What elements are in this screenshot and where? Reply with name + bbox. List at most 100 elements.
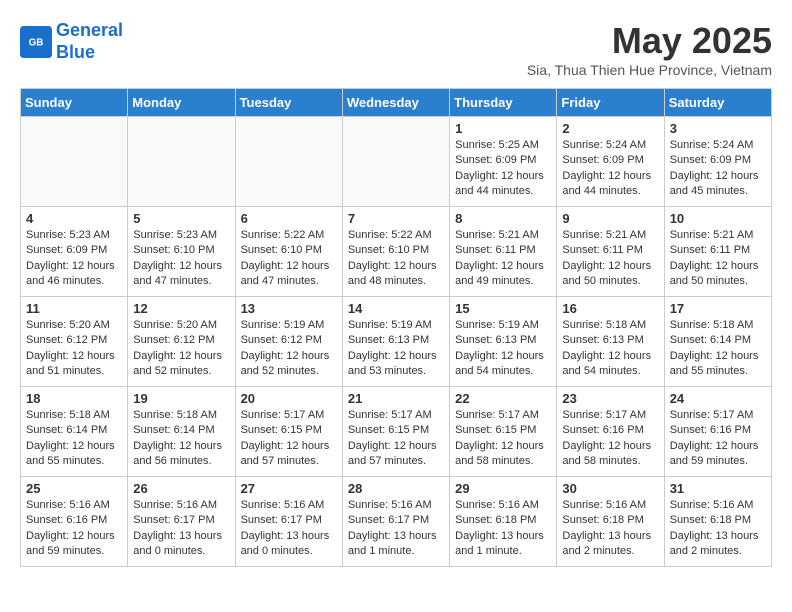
day-number: 26 — [133, 481, 229, 496]
day-info: Sunrise: 5:21 AM Sunset: 6:11 PM Dayligh… — [670, 228, 766, 290]
day-info: Sunrise: 5:16 AM Sunset: 6:17 PM Dayligh… — [348, 498, 444, 560]
calendar-cell: 23 Sunrise: 5:17 AM Sunset: 6:16 PM Dayli… — [557, 387, 664, 477]
day-info: Sunrise: 5:24 AM Sunset: 6:09 PM Dayligh… — [562, 138, 658, 200]
calendar-cell: 22 Sunrise: 5:17 AM Sunset: 6:15 PM Dayli… — [450, 387, 557, 477]
calendar-cell: 6Sunrise: 5:22 AM Sunset: 6:10 PM Daylig… — [235, 207, 342, 297]
calendar-cell: 12Sunrise: 5:20 AM Sunset: 6:12 PM Dayli… — [128, 297, 235, 387]
calendar-cell: 1 Sunrise: 5:25 AM Sunset: 6:09 PM Daylig… — [450, 117, 557, 207]
day-info: Sunrise: 5:17 AM Sunset: 6:16 PM Dayligh… — [670, 408, 766, 470]
calendar-cell: 21 Sunrise: 5:17 AM Sunset: 6:15 PM Dayli… — [342, 387, 449, 477]
calendar-cell: 11 Sunrise: 5:20 AM Sunset: 6:12 PM Dayli… — [21, 297, 128, 387]
day-info: Sunrise: 5:17 AM Sunset: 6:15 PM Dayligh… — [241, 408, 337, 470]
day-number: 29 — [455, 481, 551, 496]
day-info: Sunrise: 5:18 AM Sunset: 6:14 PM Dayligh… — [26, 408, 122, 470]
weekday-header-monday: Monday — [128, 89, 235, 117]
calendar-cell: 10 Sunrise: 5:21 AM Sunset: 6:11 PM Dayli… — [664, 207, 771, 297]
day-info: Sunrise: 5:25 AM Sunset: 6:09 PM Dayligh… — [455, 138, 551, 200]
day-info: Sunrise: 5:23 AM Sunset: 6:10 PM Dayligh… — [133, 228, 229, 290]
calendar-cell: 30 Sunrise: 5:16 AM Sunset: 6:18 PM Dayli… — [557, 477, 664, 567]
day-info: Sunrise: 5:23 AM Sunset: 6:09 PM Dayligh… — [26, 228, 122, 290]
calendar-table: SundayMondayTuesdayWednesdayThursdayFrid… — [20, 88, 772, 567]
day-number: 4 — [26, 211, 122, 226]
calendar-cell: 20 Sunrise: 5:17 AM Sunset: 6:15 PM Dayli… — [235, 387, 342, 477]
day-number: 13 — [241, 301, 337, 316]
calendar-cell: 24 Sunrise: 5:17 AM Sunset: 6:16 PM Dayli… — [664, 387, 771, 477]
calendar-cell: 8 Sunrise: 5:21 AM Sunset: 6:11 PM Daylig… — [450, 207, 557, 297]
weekday-header-sunday: Sunday — [21, 89, 128, 117]
day-number: 25 — [26, 481, 122, 496]
calendar-cell: 31 Sunrise: 5:16 AM Sunset: 6:18 PM Dayli… — [664, 477, 771, 567]
day-info: Sunrise: 5:16 AM Sunset: 6:18 PM Dayligh… — [562, 498, 658, 560]
day-number: 11 — [26, 301, 122, 316]
weekday-header-wednesday: Wednesday — [342, 89, 449, 117]
day-info: Sunrise: 5:19 AM Sunset: 6:13 PM Dayligh… — [348, 318, 444, 380]
weekday-header-friday: Friday — [557, 89, 664, 117]
day-info: Sunrise: 5:21 AM Sunset: 6:11 PM Dayligh… — [455, 228, 551, 290]
day-number: 17 — [670, 301, 766, 316]
day-info: Sunrise: 5:17 AM Sunset: 6:15 PM Dayligh… — [455, 408, 551, 470]
day-number: 31 — [670, 481, 766, 496]
day-info: Sunrise: 5:16 AM Sunset: 6:17 PM Dayligh… — [133, 498, 229, 560]
day-info: Sunrise: 5:16 AM Sunset: 6:18 PM Dayligh… — [670, 498, 766, 560]
day-number: 30 — [562, 481, 658, 496]
location: Sia, Thua Thien Hue Province, Vietnam — [527, 62, 772, 78]
day-number: 7 — [348, 211, 444, 226]
month-title: May 2025 — [527, 20, 772, 62]
day-info: Sunrise: 5:16 AM Sunset: 6:17 PM Dayligh… — [241, 498, 337, 560]
calendar-cell — [21, 117, 128, 207]
day-number: 1 — [455, 121, 551, 136]
calendar-cell: 17Sunrise: 5:18 AM Sunset: 6:14 PM Dayli… — [664, 297, 771, 387]
calendar-cell — [342, 117, 449, 207]
calendar-cell: 26 Sunrise: 5:16 AM Sunset: 6:17 PM Dayli… — [128, 477, 235, 567]
calendar-cell: 19 Sunrise: 5:18 AM Sunset: 6:14 PM Dayli… — [128, 387, 235, 477]
day-info: Sunrise: 5:16 AM Sunset: 6:18 PM Dayligh… — [455, 498, 551, 560]
calendar-cell: 4 Sunrise: 5:23 AM Sunset: 6:09 PM Daylig… — [21, 207, 128, 297]
day-number: 14 — [348, 301, 444, 316]
svg-text:GB: GB — [29, 37, 44, 48]
day-number: 8 — [455, 211, 551, 226]
title-block: May 2025 Sia, Thua Thien Hue Province, V… — [527, 20, 772, 78]
calendar-cell: 29 Sunrise: 5:16 AM Sunset: 6:18 PM Dayli… — [450, 477, 557, 567]
day-info: Sunrise: 5:20 AM Sunset: 6:12 PM Dayligh… — [26, 318, 122, 380]
calendar-cell: 9 Sunrise: 5:21 AM Sunset: 6:11 PM Daylig… — [557, 207, 664, 297]
day-number: 9 — [562, 211, 658, 226]
day-info: Sunrise: 5:16 AM Sunset: 6:16 PM Dayligh… — [26, 498, 122, 560]
calendar-cell: 7 Sunrise: 5:22 AM Sunset: 6:10 PM Daylig… — [342, 207, 449, 297]
day-number: 23 — [562, 391, 658, 406]
page-header: GB General Blue May 2025 Sia, Thua Thien… — [20, 20, 772, 78]
day-info: Sunrise: 5:21 AM Sunset: 6:11 PM Dayligh… — [562, 228, 658, 290]
calendar-header-row: SundayMondayTuesdayWednesdayThursdayFrid… — [21, 89, 772, 117]
day-info: Sunrise: 5:24 AM Sunset: 6:09 PM Dayligh… — [670, 138, 766, 200]
day-number: 6 — [241, 211, 337, 226]
day-number: 18 — [26, 391, 122, 406]
day-number: 10 — [670, 211, 766, 226]
day-info: Sunrise: 5:20 AM Sunset: 6:12 PM Dayligh… — [133, 318, 229, 380]
day-number: 3 — [670, 121, 766, 136]
day-info: Sunrise: 5:18 AM Sunset: 6:13 PM Dayligh… — [562, 318, 658, 380]
logo-icon: GB — [20, 26, 52, 58]
calendar-cell: 2Sunrise: 5:24 AM Sunset: 6:09 PM Daylig… — [557, 117, 664, 207]
calendar-cell: 25 Sunrise: 5:16 AM Sunset: 6:16 PM Dayli… — [21, 477, 128, 567]
day-number: 24 — [670, 391, 766, 406]
logo-text: General Blue — [56, 20, 123, 63]
day-number: 20 — [241, 391, 337, 406]
calendar-cell: 28 Sunrise: 5:16 AM Sunset: 6:17 PM Dayli… — [342, 477, 449, 567]
day-info: Sunrise: 5:22 AM Sunset: 6:10 PM Dayligh… — [348, 228, 444, 290]
calendar-cell: 18 Sunrise: 5:18 AM Sunset: 6:14 PM Dayli… — [21, 387, 128, 477]
calendar-cell — [235, 117, 342, 207]
calendar-week-2: 4 Sunrise: 5:23 AM Sunset: 6:09 PM Daylig… — [21, 207, 772, 297]
day-info: Sunrise: 5:18 AM Sunset: 6:14 PM Dayligh… — [133, 408, 229, 470]
calendar-cell: 15Sunrise: 5:19 AM Sunset: 6:13 PM Dayli… — [450, 297, 557, 387]
day-info: Sunrise: 5:17 AM Sunset: 6:15 PM Dayligh… — [348, 408, 444, 470]
day-info: Sunrise: 5:17 AM Sunset: 6:16 PM Dayligh… — [562, 408, 658, 470]
calendar-cell: 13 Sunrise: 5:19 AM Sunset: 6:12 PM Dayli… — [235, 297, 342, 387]
day-info: Sunrise: 5:19 AM Sunset: 6:12 PM Dayligh… — [241, 318, 337, 380]
day-number: 16 — [562, 301, 658, 316]
calendar-cell — [128, 117, 235, 207]
calendar-cell: 5Sunrise: 5:23 AM Sunset: 6:10 PM Daylig… — [128, 207, 235, 297]
day-number: 19 — [133, 391, 229, 406]
day-number: 22 — [455, 391, 551, 406]
calendar-cell: 16 Sunrise: 5:18 AM Sunset: 6:13 PM Dayli… — [557, 297, 664, 387]
day-number: 28 — [348, 481, 444, 496]
day-number: 21 — [348, 391, 444, 406]
